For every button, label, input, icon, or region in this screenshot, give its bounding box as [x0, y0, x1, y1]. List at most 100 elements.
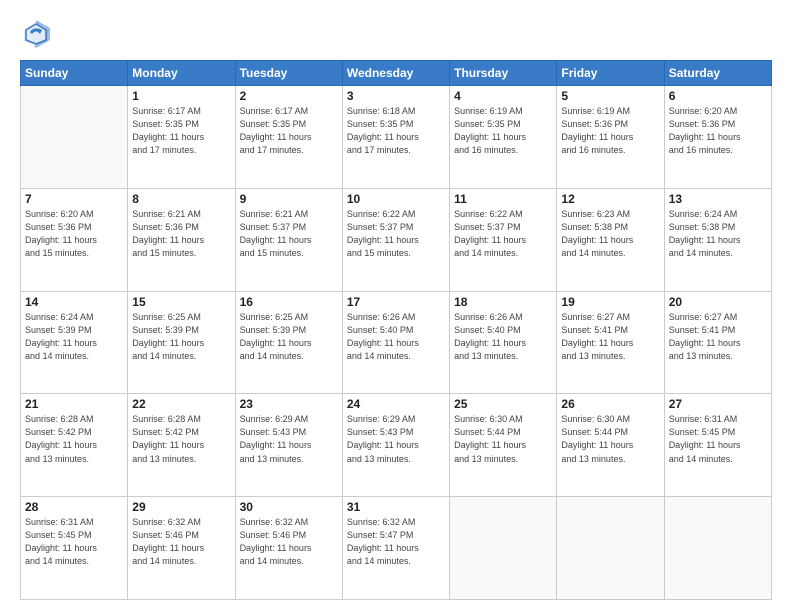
day-info: Sunrise: 6:29 AMSunset: 5:43 PMDaylight:… — [240, 413, 338, 465]
day-number: 23 — [240, 397, 338, 411]
day-info: Sunrise: 6:27 AMSunset: 5:41 PMDaylight:… — [669, 311, 767, 363]
calendar-table: SundayMondayTuesdayWednesdayThursdayFrid… — [20, 60, 772, 600]
day-info: Sunrise: 6:32 AMSunset: 5:46 PMDaylight:… — [132, 516, 230, 568]
calendar-header-sunday: Sunday — [21, 61, 128, 86]
day-number: 17 — [347, 295, 445, 309]
calendar-cell: 12 Sunrise: 6:23 AMSunset: 5:38 PMDayligh… — [557, 188, 664, 291]
calendar-header-monday: Monday — [128, 61, 235, 86]
day-info: Sunrise: 6:30 AMSunset: 5:44 PMDaylight:… — [454, 413, 552, 465]
day-info: Sunrise: 6:23 AMSunset: 5:38 PMDaylight:… — [561, 208, 659, 260]
day-number: 25 — [454, 397, 552, 411]
header — [20, 18, 772, 50]
calendar-cell: 16Sunrise: 6:25 AMSunset: 5:39 PMDayligh… — [235, 291, 342, 394]
day-info: Sunrise: 6:20 AMSunset: 5:36 PMDaylight:… — [25, 208, 123, 260]
calendar-cell — [450, 497, 557, 600]
day-number: 1 — [132, 89, 230, 103]
calendar-cell: 10 Sunrise: 6:22 AMSunset: 5:37 PMDayligh… — [342, 188, 449, 291]
logo — [20, 18, 56, 50]
day-number: 24 — [347, 397, 445, 411]
day-info: Sunrise: 6:22 AMSunset: 5:37 PMDaylight:… — [454, 208, 552, 260]
day-number: 4 — [454, 89, 552, 103]
day-number: 18 — [454, 295, 552, 309]
calendar-cell: 1 Sunrise: 6:17 AMSunset: 5:35 PMDaylight… — [128, 86, 235, 189]
day-info: Sunrise: 6:24 AMSunset: 5:39 PMDaylight:… — [25, 311, 123, 363]
day-info: Sunrise: 6:26 AMSunset: 5:40 PMDaylight:… — [454, 311, 552, 363]
calendar-cell: 11Sunrise: 6:22 AMSunset: 5:37 PMDayligh… — [450, 188, 557, 291]
calendar-cell: 25 Sunrise: 6:30 AMSunset: 5:44 PMDayligh… — [450, 394, 557, 497]
day-info: Sunrise: 6:28 AMSunset: 5:42 PMDaylight:… — [132, 413, 230, 465]
day-number: 5 — [561, 89, 659, 103]
calendar-cell: 15 Sunrise: 6:25 AMSunset: 5:39 PMDayligh… — [128, 291, 235, 394]
calendar-cell: 20 Sunrise: 6:27 AMSunset: 5:41 PMDayligh… — [664, 291, 771, 394]
day-info: Sunrise: 6:21 AMSunset: 5:36 PMDaylight:… — [132, 208, 230, 260]
day-info: Sunrise: 6:19 AMSunset: 5:35 PMDaylight:… — [454, 105, 552, 157]
calendar-cell: 21Sunrise: 6:28 AMSunset: 5:42 PMDayligh… — [21, 394, 128, 497]
calendar-cell: 26 Sunrise: 6:30 AMSunset: 5:44 PMDayligh… — [557, 394, 664, 497]
day-number: 12 — [561, 192, 659, 206]
calendar-cell: 19 Sunrise: 6:27 AMSunset: 5:41 PMDayligh… — [557, 291, 664, 394]
day-number: 30 — [240, 500, 338, 514]
day-number: 10 — [347, 192, 445, 206]
calendar-cell: 9Sunrise: 6:21 AMSunset: 5:37 PMDaylight… — [235, 188, 342, 291]
day-number: 19 — [561, 295, 659, 309]
day-info: Sunrise: 6:31 AMSunset: 5:45 PMDaylight:… — [25, 516, 123, 568]
calendar-cell: 17 Sunrise: 6:26 AMSunset: 5:40 PMDayligh… — [342, 291, 449, 394]
day-info: Sunrise: 6:27 AMSunset: 5:41 PMDaylight:… — [561, 311, 659, 363]
day-info: Sunrise: 6:26 AMSunset: 5:40 PMDaylight:… — [347, 311, 445, 363]
calendar-cell: 22 Sunrise: 6:28 AMSunset: 5:42 PMDayligh… — [128, 394, 235, 497]
day-number: 2 — [240, 89, 338, 103]
day-number: 3 — [347, 89, 445, 103]
day-info: Sunrise: 6:32 AMSunset: 5:46 PMDaylight:… — [240, 516, 338, 568]
day-number: 15 — [132, 295, 230, 309]
calendar-week-4: 28 Sunrise: 6:31 AMSunset: 5:45 PMDayligh… — [21, 497, 772, 600]
day-info: Sunrise: 6:18 AMSunset: 5:35 PMDaylight:… — [347, 105, 445, 157]
calendar-cell: 5 Sunrise: 6:19 AMSunset: 5:36 PMDaylight… — [557, 86, 664, 189]
day-number: 26 — [561, 397, 659, 411]
day-number: 28 — [25, 500, 123, 514]
calendar-cell: 14 Sunrise: 6:24 AMSunset: 5:39 PMDayligh… — [21, 291, 128, 394]
day-info: Sunrise: 6:28 AMSunset: 5:42 PMDaylight:… — [25, 413, 123, 465]
calendar-header-wednesday: Wednesday — [342, 61, 449, 86]
calendar-cell: 3 Sunrise: 6:18 AMSunset: 5:35 PMDaylight… — [342, 86, 449, 189]
day-number: 14 — [25, 295, 123, 309]
calendar-week-3: 21Sunrise: 6:28 AMSunset: 5:42 PMDayligh… — [21, 394, 772, 497]
day-info: Sunrise: 6:32 AMSunset: 5:47 PMDaylight:… — [347, 516, 445, 568]
day-info: Sunrise: 6:29 AMSunset: 5:43 PMDaylight:… — [347, 413, 445, 465]
calendar-cell — [664, 497, 771, 600]
day-info: Sunrise: 6:17 AMSunset: 5:35 PMDaylight:… — [132, 105, 230, 157]
calendar-header-thursday: Thursday — [450, 61, 557, 86]
day-number: 27 — [669, 397, 767, 411]
calendar-cell: 8 Sunrise: 6:21 AMSunset: 5:36 PMDaylight… — [128, 188, 235, 291]
calendar-cell: 29Sunrise: 6:32 AMSunset: 5:46 PMDayligh… — [128, 497, 235, 600]
day-number: 13 — [669, 192, 767, 206]
calendar-cell: 2Sunrise: 6:17 AMSunset: 5:35 PMDaylight… — [235, 86, 342, 189]
calendar-cell: 18 Sunrise: 6:26 AMSunset: 5:40 PMDayligh… — [450, 291, 557, 394]
day-info: Sunrise: 6:25 AMSunset: 5:39 PMDaylight:… — [240, 311, 338, 363]
calendar-cell: 7 Sunrise: 6:20 AMSunset: 5:36 PMDaylight… — [21, 188, 128, 291]
calendar-cell: 31 Sunrise: 6:32 AMSunset: 5:47 PMDayligh… — [342, 497, 449, 600]
day-number: 22 — [132, 397, 230, 411]
day-number: 8 — [132, 192, 230, 206]
calendar-header-friday: Friday — [557, 61, 664, 86]
day-number: 20 — [669, 295, 767, 309]
logo-icon — [20, 18, 52, 50]
day-number: 7 — [25, 192, 123, 206]
calendar-week-0: 1 Sunrise: 6:17 AMSunset: 5:35 PMDaylight… — [21, 86, 772, 189]
calendar-cell: 4 Sunrise: 6:19 AMSunset: 5:35 PMDaylight… — [450, 86, 557, 189]
day-info: Sunrise: 6:31 AMSunset: 5:45 PMDaylight:… — [669, 413, 767, 465]
day-info: Sunrise: 6:25 AMSunset: 5:39 PMDaylight:… — [132, 311, 230, 363]
day-info: Sunrise: 6:24 AMSunset: 5:38 PMDaylight:… — [669, 208, 767, 260]
calendar-header-saturday: Saturday — [664, 61, 771, 86]
day-info: Sunrise: 6:21 AMSunset: 5:37 PMDaylight:… — [240, 208, 338, 260]
day-info: Sunrise: 6:19 AMSunset: 5:36 PMDaylight:… — [561, 105, 659, 157]
day-info: Sunrise: 6:30 AMSunset: 5:44 PMDaylight:… — [561, 413, 659, 465]
day-info: Sunrise: 6:22 AMSunset: 5:37 PMDaylight:… — [347, 208, 445, 260]
day-number: 31 — [347, 500, 445, 514]
calendar-cell: 23 Sunrise: 6:29 AMSunset: 5:43 PMDayligh… — [235, 394, 342, 497]
calendar-cell — [21, 86, 128, 189]
day-info: Sunrise: 6:20 AMSunset: 5:36 PMDaylight:… — [669, 105, 767, 157]
calendar-cell: 27 Sunrise: 6:31 AMSunset: 5:45 PMDayligh… — [664, 394, 771, 497]
page: SundayMondayTuesdayWednesdayThursdayFrid… — [0, 0, 792, 612]
day-number: 6 — [669, 89, 767, 103]
calendar-cell: 13 Sunrise: 6:24 AMSunset: 5:38 PMDayligh… — [664, 188, 771, 291]
